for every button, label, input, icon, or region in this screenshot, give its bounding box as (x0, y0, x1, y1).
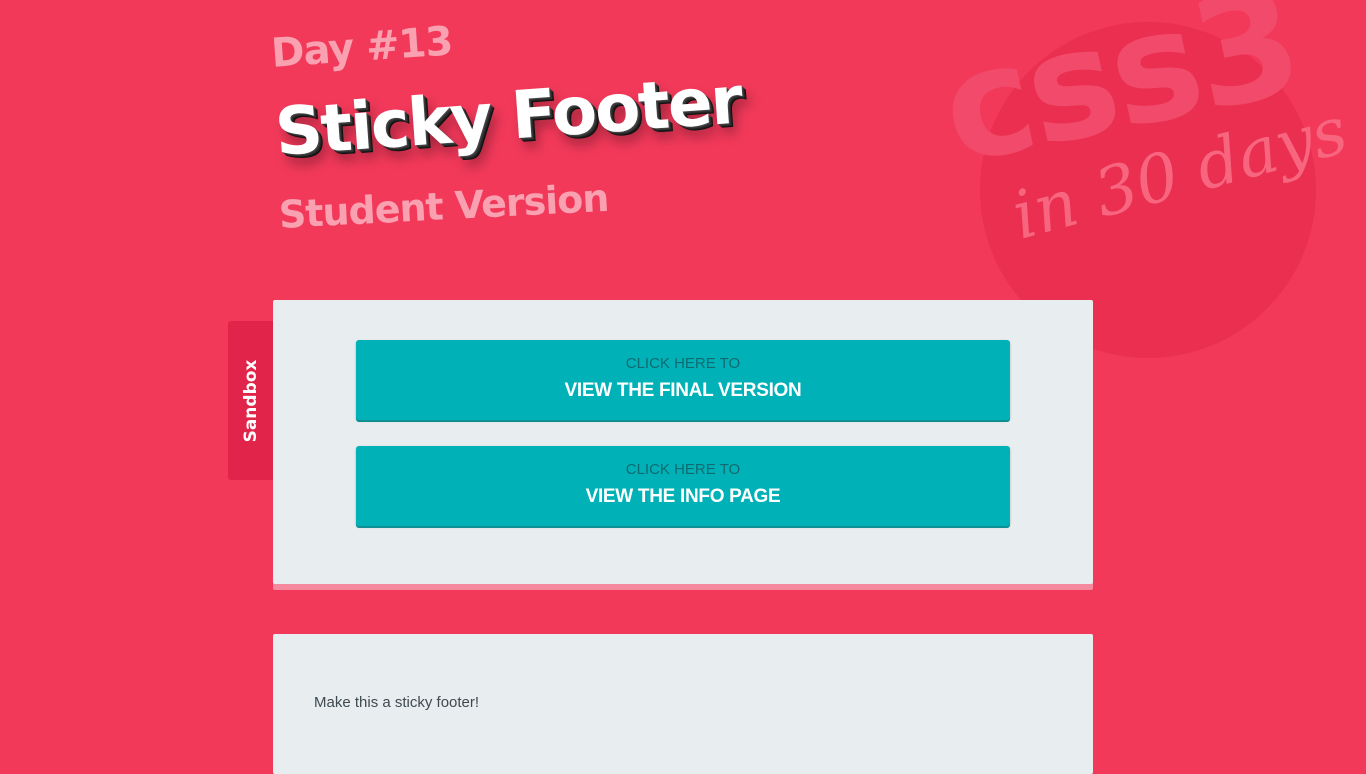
page-title: Sticky Footer (272, 61, 744, 171)
sandbox-card: CLICK HERE TO VIEW THE FINAL VERSION CLI… (273, 300, 1093, 584)
sandbox-tab[interactable]: Sandbox (228, 321, 273, 480)
sandbox-tab-label: Sandbox (240, 359, 261, 442)
view-final-version-button[interactable]: CLICK HERE TO VIEW THE FINAL VERSION (356, 340, 1010, 420)
button-kicker: CLICK HERE TO (625, 355, 741, 372)
button-label: VIEW THE FINAL VERSION (564, 380, 802, 401)
button-kicker: CLICK HERE TO (625, 461, 741, 478)
page-subtitle: Student Version (277, 175, 610, 237)
footer-card: Make this a sticky footer! (273, 634, 1093, 774)
day-label: Day #13 (269, 18, 454, 77)
view-info-page-button[interactable]: CLICK HERE TO VIEW THE INFO PAGE (356, 446, 1010, 526)
button-label: VIEW THE INFO PAGE (585, 486, 781, 507)
footer-text: Make this a sticky footer! (314, 694, 480, 711)
